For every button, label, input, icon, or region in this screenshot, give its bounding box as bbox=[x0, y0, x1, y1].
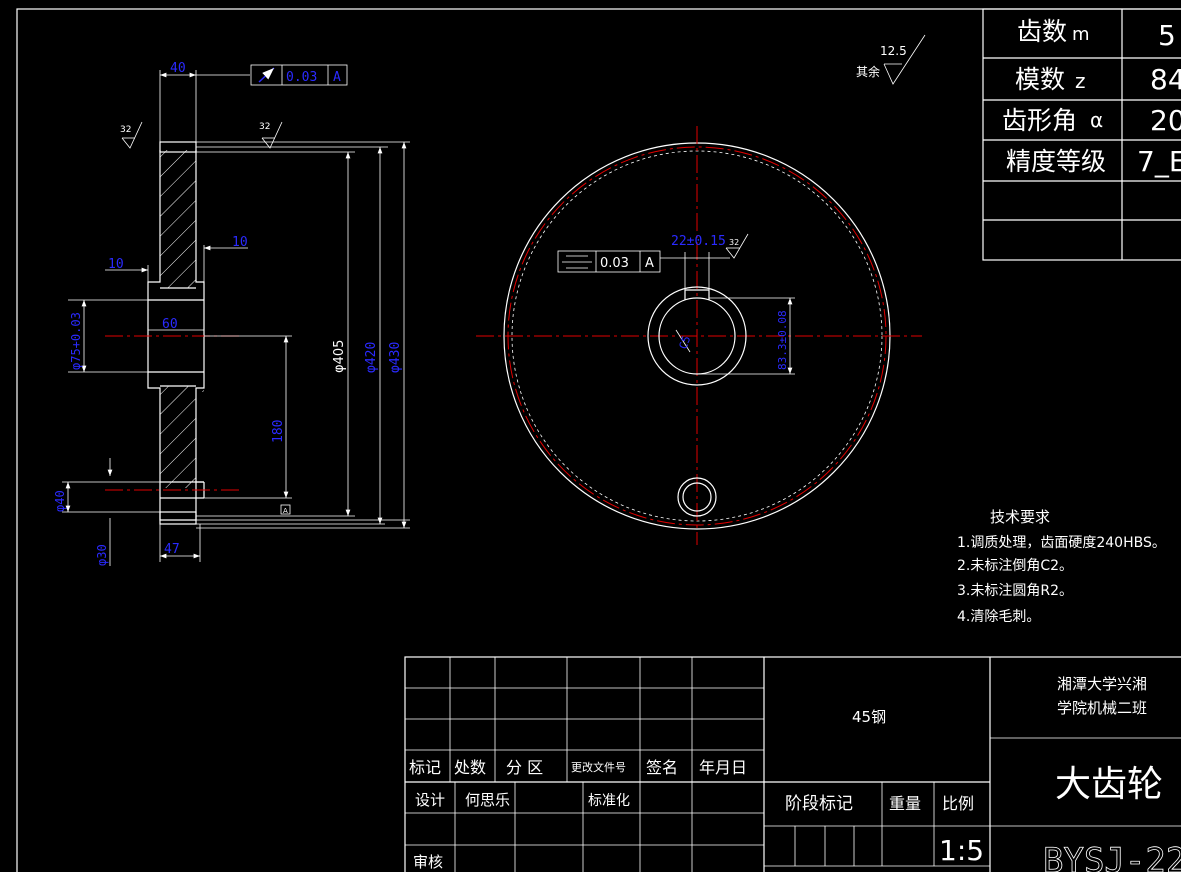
param-label-module: 模数 bbox=[1015, 65, 1065, 94]
roughness-other-value: 12.5 bbox=[880, 44, 907, 58]
param-label-precision: 精度等级 bbox=[1006, 147, 1106, 176]
tb-header-zone: 分 区 bbox=[506, 758, 543, 777]
param-value-precision: 7_E bbox=[1137, 145, 1181, 178]
tech-req-item-4: 4.清除毛刺。 bbox=[957, 609, 1040, 625]
dim-hole-d30: φ30 bbox=[95, 544, 109, 566]
runout-datum: A bbox=[333, 70, 341, 85]
datum-marker: A bbox=[283, 507, 288, 515]
tb-header-date: 年月日 bbox=[699, 758, 747, 777]
param-label-teeth: 齿数 bbox=[1017, 17, 1067, 46]
dim-hub-length: 60 bbox=[162, 317, 178, 332]
symmetry-datum: A bbox=[645, 256, 654, 271]
keyway-roughness: 32 bbox=[729, 238, 739, 247]
gear-front-view: C5 22±0.15 32 0.03 A 83.3±0.08 bbox=[476, 126, 922, 545]
param-value-angle: 20 bbox=[1150, 104, 1181, 137]
dim-hub-width: 40 bbox=[170, 61, 186, 76]
tb-school-line1: 湘潭大学兴湘 bbox=[1057, 675, 1147, 693]
gear-params-table: 齿数 m 5 模数 z 84 齿形角 α 20 精度等级 7_E bbox=[982, 8, 1181, 261]
tech-req-item-3: 3.未标注圆角R2。 bbox=[957, 583, 1073, 599]
dim-web-offset-right: 10 bbox=[232, 235, 248, 250]
symmetry-value: 0.03 bbox=[600, 256, 629, 271]
param-value-module: 84 bbox=[1150, 63, 1181, 96]
tb-school-line2: 学院机械二班 bbox=[1057, 699, 1147, 717]
gear-section-view: 40 0.03 A 32 32 10 10 φ75+0.03 60 180 A … bbox=[53, 61, 410, 566]
roughness-other: 其余 12.5 bbox=[856, 34, 926, 85]
dim-bore: φ75+0.03 bbox=[69, 312, 83, 370]
drawing-canvas: 齿数 m 5 模数 z 84 齿形角 α 20 精度等级 7_E 其余 12.5 bbox=[16, 8, 1181, 872]
tb-design-label: 设计 bbox=[415, 791, 445, 809]
param-value-teeth: 5 bbox=[1158, 19, 1176, 52]
tech-req-title: 技术要求 bbox=[990, 508, 1050, 526]
keyway-depth: 83.3±0.08 bbox=[776, 310, 789, 370]
tb-header-count: 处数 bbox=[454, 758, 486, 777]
param-label-angle: 齿形角 bbox=[1002, 106, 1077, 135]
tb-header-sign: 签名 bbox=[646, 758, 678, 777]
tech-requirements: 技术要求 1.调质处理，齿面硬度240HBS。 2.未标注倒角C2。 3.未标注… bbox=[957, 508, 1166, 625]
runout-value: 0.03 bbox=[286, 70, 317, 85]
bore-chamfer-mark: C5 bbox=[677, 334, 694, 351]
roughness-other-label: 其余 bbox=[856, 64, 880, 79]
tb-designer: 何思乐 bbox=[465, 791, 510, 809]
dim-d420: φ420 bbox=[364, 342, 379, 373]
dim-hole-d40: φ40 bbox=[53, 490, 67, 512]
tb-scale-label: 比例 bbox=[942, 794, 974, 813]
tb-scale-value: 1:5 bbox=[939, 834, 984, 867]
roughness-face-left: 32 bbox=[120, 125, 131, 135]
tb-header-docno: 更改文件号 bbox=[571, 760, 626, 774]
tb-weight-label: 重量 bbox=[889, 794, 921, 813]
roughness-face-top: 32 bbox=[259, 122, 270, 132]
tb-part-name: 大齿轮 bbox=[1055, 764, 1163, 805]
tech-req-item-2: 2.未标注倒角C2。 bbox=[957, 558, 1073, 574]
dim-d405: φ405 bbox=[332, 340, 347, 373]
tech-req-item-1: 1.调质处理，齿面硬度240HBS。 bbox=[957, 535, 1166, 551]
param-symbol-angle: α bbox=[1090, 108, 1103, 132]
dim-web-offset-left: 10 bbox=[108, 257, 124, 272]
dim-hole-center: 180 bbox=[271, 420, 286, 443]
tb-review-label: 审核 bbox=[413, 853, 443, 871]
tb-material: 45钢 bbox=[852, 708, 886, 726]
dim-d430: φ430 bbox=[388, 342, 403, 373]
param-symbol-teeth: m bbox=[1072, 24, 1090, 45]
title-block: 标记 处数 分 区 更改文件号 签名 年月日 设计 何思乐 标准化 审核 45钢… bbox=[404, 656, 1181, 872]
tb-header-mark: 标记 bbox=[409, 758, 441, 777]
param-symbol-module: z bbox=[1075, 69, 1086, 93]
keyway-width: 22±0.15 bbox=[671, 234, 726, 249]
dim-rim-width: 47 bbox=[164, 542, 180, 557]
tb-stage-label: 阶段标记 bbox=[785, 794, 853, 814]
tb-drawing-no: BYSJ-22 bbox=[1043, 841, 1181, 872]
tb-standardize-label: 标准化 bbox=[588, 793, 630, 809]
